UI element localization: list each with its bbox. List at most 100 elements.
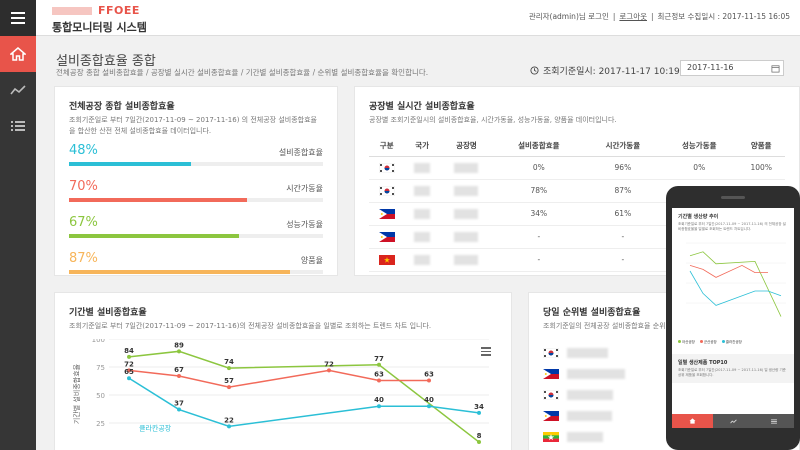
clock-icon [530, 66, 539, 75]
kpi-row: 87% 양품율 [69, 251, 323, 281]
system-title: 통합모니터링 시스템 [52, 19, 147, 35]
mobile-series-line [690, 252, 781, 317]
data-point[interactable] [227, 385, 231, 389]
data-point[interactable] [377, 404, 381, 408]
sidebar-item-list[interactable] [0, 108, 36, 144]
kpi-value: 67% [69, 215, 98, 230]
data-point[interactable] [377, 378, 381, 382]
standard-time-text: 조회기준일시: 2017-11-17 10:19 [543, 64, 680, 77]
flag-cell [369, 248, 404, 271]
phone-speaker [721, 196, 745, 199]
data-point[interactable] [127, 355, 131, 359]
sidebar-item-trend[interactable] [0, 72, 36, 108]
standard-time: 조회기준일시: 2017-11-17 10:19 [530, 64, 680, 77]
data-point[interactable] [127, 376, 131, 380]
date-picker-input[interactable]: 2017-11-16 [680, 60, 784, 76]
time-rate-cell: - [585, 248, 661, 271]
table-header: 설비종합효율 [493, 136, 585, 156]
data-label: 40 [374, 396, 384, 404]
flag-ph-icon [543, 411, 559, 421]
list-icon [771, 419, 777, 424]
blurred-text [414, 255, 430, 265]
mobile-card-title: 기간별 생산량 추이 [678, 213, 788, 220]
home-icon [689, 418, 696, 424]
mobile-line-chart [678, 235, 788, 335]
card-title: 전체공장 종합 설비종합효율 [69, 99, 323, 112]
data-point[interactable] [327, 368, 331, 372]
factory-name-cell [440, 156, 493, 179]
mobile-nav-list[interactable] [753, 414, 794, 428]
data-point[interactable] [177, 349, 181, 353]
data-point[interactable] [177, 408, 181, 412]
time-rate-cell: 96% [585, 156, 661, 179]
mobile-card-desc: 조회기준일로 부터 7일간(2017-11-09 ~ 2017-11-16) 의… [678, 222, 788, 232]
sidebar-item-home[interactable] [0, 36, 36, 72]
separator: | [613, 12, 616, 21]
mobile-top10-card: 일별 생산제품 TOP10 조회기준일로 부터 7일간(2017-11-09 ~… [672, 354, 794, 383]
calendar-icon[interactable] [771, 64, 780, 73]
table-header: 양품율 [737, 136, 785, 156]
blurred-text [567, 348, 608, 358]
list-icon [11, 120, 25, 132]
kpi-track [69, 198, 323, 202]
kpi-track [69, 162, 323, 166]
blurred-text [567, 432, 603, 442]
y-axis-label: 기간별 설비종합효율 [72, 363, 81, 424]
overall-efficiency-card: 전체공장 종합 설비종합효율 조회기준일로 부터 7일간(2017-11-09 … [54, 86, 338, 276]
kpi-value: 48% [69, 143, 98, 158]
flag-vn-icon [379, 255, 395, 265]
table-row[interactable]: 0% 96% 0% 100% [369, 156, 785, 179]
data-point[interactable] [177, 374, 181, 378]
data-point[interactable] [427, 404, 431, 408]
data-label: 34 [474, 403, 484, 411]
data-point[interactable] [227, 366, 231, 370]
blurred-text [454, 163, 478, 173]
separator: | [651, 12, 654, 21]
legend-swatch [678, 340, 681, 343]
time-rate-cell: 87% [585, 179, 661, 202]
data-point[interactable] [477, 411, 481, 415]
mobile-preview: 기간별 생산량 추이 조회기준일로 부터 7일간(2017-11-09 ~ 20… [666, 186, 800, 450]
flag-mm-icon [543, 432, 559, 442]
data-label: 57 [224, 377, 234, 385]
y-tick-label: 75 [96, 364, 105, 372]
data-label: 72 [324, 360, 334, 368]
data-point[interactable] [377, 363, 381, 367]
factory-name-cell [440, 202, 493, 225]
blurred-text [414, 186, 430, 196]
mobile-legend-item: 클라칸공장 [722, 340, 742, 345]
mobile-nav-home[interactable] [672, 414, 713, 428]
y-tick-label: 50 [96, 392, 105, 400]
factory-name-cell [440, 179, 493, 202]
country-cell [404, 202, 439, 225]
mobile-nav-trend[interactable] [713, 414, 754, 428]
logo[interactable]: FFOEE [52, 4, 140, 17]
country-cell [404, 156, 439, 179]
hamburger-menu-button[interactable] [0, 0, 36, 36]
data-label: 40 [424, 396, 434, 404]
quality-cell: 100% [737, 156, 785, 179]
data-label: 84 [124, 347, 134, 355]
period-line-chart: 100 75 50 25 기간별 설비종합효율 84 89 74 77 8 72 67 57 72 63 63… [69, 339, 499, 449]
logo-blurred-mark [52, 7, 92, 15]
kpi-track [69, 270, 323, 274]
logout-link[interactable]: 로그아웃 [619, 11, 647, 22]
top-bar: FFOEE 통합모니터링 시스템 관리자(admin)님 로그인 | 로그아웃 … [0, 0, 800, 36]
mobile-nav [672, 414, 794, 428]
user-bar: 관리자(admin)님 로그인 | 로그아웃 | 최근정보 수집일시 : 201… [529, 11, 790, 22]
data-point[interactable] [477, 440, 481, 444]
oee-cell: 0% [493, 156, 585, 179]
blurred-text [414, 163, 430, 173]
flag-cell [369, 156, 404, 179]
kpi-fill [69, 270, 290, 274]
period-efficiency-card: 기간별 설비종합효율 조회기준일로 부터 7일간(2017-11-09 ~ 20… [54, 292, 512, 450]
oee-cell: 78% [493, 179, 585, 202]
data-point[interactable] [427, 378, 431, 382]
flag-kr-icon [543, 390, 559, 400]
blurred-text [454, 209, 478, 219]
kpi-label: 성능가동율 [286, 219, 323, 230]
blurred-text [454, 232, 478, 242]
data-point[interactable] [227, 424, 231, 428]
data-label: 65 [124, 368, 134, 376]
mobile-card-title: 일별 생산제품 TOP10 [678, 359, 788, 366]
